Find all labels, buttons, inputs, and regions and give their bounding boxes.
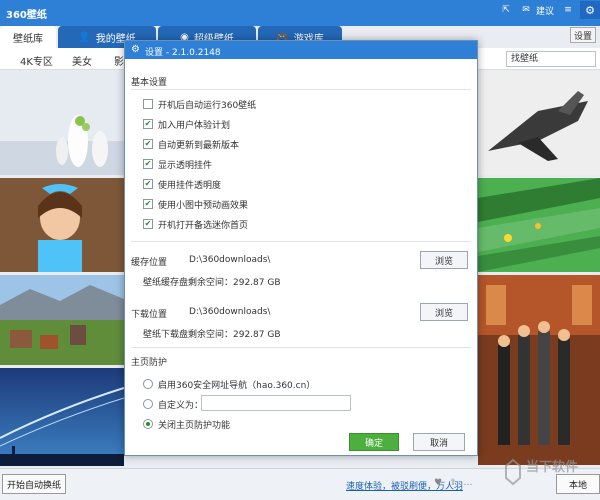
wallpaper-village-image bbox=[0, 275, 124, 365]
menu-icon[interactable]: ≡ bbox=[561, 3, 575, 17]
download-space-text: 壁纸下载盘剩余空间：292.87 GB bbox=[143, 330, 281, 340]
heart-icon[interactable]: ♥ bbox=[432, 477, 444, 489]
checkbox-checked[interactable]: ✔ bbox=[143, 179, 153, 189]
radio-selected[interactable] bbox=[143, 419, 153, 429]
radio-label: 启用360安全网址导航（hao.360.cn） bbox=[158, 380, 316, 391]
search-input[interactable]: 找壁纸 bbox=[506, 51, 596, 67]
wallpaper-child-image bbox=[0, 178, 124, 272]
wallpaper-anime-crew-image bbox=[478, 275, 600, 465]
checkbox-label: 自动更新到最新版本 bbox=[158, 140, 240, 151]
wallpaper-jet-image bbox=[478, 71, 600, 175]
checkbox-checked[interactable]: ✔ bbox=[143, 159, 153, 169]
local-button[interactable]: 本地 bbox=[556, 474, 600, 494]
wallpaper-tile[interactable] bbox=[478, 71, 600, 175]
wallpaper-fields-image bbox=[478, 178, 600, 272]
radio-custom[interactable]: 自定义为： bbox=[143, 397, 203, 411]
basic-settings-heading: 基本设置 bbox=[131, 78, 168, 88]
checkbox-checked[interactable]: ✔ bbox=[143, 219, 153, 229]
settings-button[interactable]: 设置 bbox=[570, 27, 596, 43]
checkbox-mini-homepage[interactable]: ✔ 开机打开备选迷你首页 bbox=[143, 217, 248, 231]
cache-browse-button[interactable]: 浏览 bbox=[420, 251, 468, 269]
divider bbox=[131, 347, 471, 348]
ok-button[interactable]: 确定 bbox=[349, 433, 399, 451]
checkbox-checked[interactable]: ✔ bbox=[143, 119, 153, 129]
wallpaper-tile[interactable] bbox=[0, 71, 124, 175]
category-4k[interactable]: 4K专区 bbox=[20, 53, 53, 68]
radio-disable-protection[interactable]: 关闭主页防护功能 bbox=[143, 417, 230, 431]
download-browse-button[interactable]: 浏览 bbox=[420, 303, 468, 321]
custom-homepage-input[interactable] bbox=[201, 395, 351, 411]
checkbox-label: 开机后自动运行360壁纸 bbox=[158, 100, 257, 111]
checkbox-widget-opacity[interactable]: ✔ 使用挂件透明度 bbox=[143, 177, 221, 191]
checkbox-checked[interactable]: ✔ bbox=[143, 139, 153, 149]
wallpaper-tile[interactable] bbox=[0, 178, 124, 272]
gear-icon: ⚙ bbox=[131, 44, 140, 55]
divider bbox=[131, 89, 471, 90]
watermark-text: 当下软件 bbox=[526, 460, 579, 475]
more-icon[interactable]: … bbox=[462, 477, 474, 489]
wallpaper-tile[interactable] bbox=[478, 275, 600, 465]
cache-location-path: D:\360downloads\ bbox=[189, 255, 271, 265]
share-icon[interactable]: ⇪ bbox=[447, 477, 459, 489]
user-icon: 👤 bbox=[78, 31, 91, 43]
homepage-protection-heading: 主页防护 bbox=[131, 358, 168, 368]
checkbox-experience-plan[interactable]: ✔ 加入用户体验计划 bbox=[143, 117, 230, 131]
wallpaper-night-sky-image bbox=[0, 368, 124, 466]
category-film[interactable]: 影 bbox=[114, 53, 124, 68]
radio-label: 自定义为： bbox=[158, 400, 204, 411]
watermark-logo-icon bbox=[505, 458, 521, 486]
cache-location-label: 缓存位置 bbox=[131, 258, 168, 268]
checkbox-checked[interactable]: ✔ bbox=[143, 199, 153, 209]
category-beauty[interactable]: 美女 bbox=[72, 53, 92, 68]
checkbox-label: 使用小图中预动画效果 bbox=[158, 200, 249, 211]
gear-icon[interactable]: ⚙ bbox=[580, 1, 600, 19]
cache-space-text: 壁纸缓存盘剩余空间：292.87 GB bbox=[143, 278, 281, 288]
feedback-link[interactable]: 建议 bbox=[536, 4, 554, 17]
feedback-icon[interactable]: ✉ bbox=[519, 3, 533, 17]
checkbox-label: 加入用户体验计划 bbox=[158, 120, 231, 131]
radio-360-navigation[interactable]: 启用360安全网址导航（hao.360.cn） bbox=[143, 377, 315, 391]
download-location-label: 下载位置 bbox=[131, 310, 168, 320]
checkbox-preview-animation[interactable]: ✔ 使用小图中预动画效果 bbox=[143, 197, 248, 211]
skin-icon[interactable]: ⇱ bbox=[499, 3, 513, 17]
checkbox-label: 使用挂件透明度 bbox=[158, 180, 222, 191]
auto-change-button[interactable]: 开始自动换纸 bbox=[2, 474, 66, 494]
wallpaper-app-window: 360壁纸 ⇱ ✉ 建议 ≡ ⚙ 壁纸库 👤 我的壁纸 ◉ 超级壁纸 🎮 游戏库… bbox=[0, 0, 600, 500]
wallpaper-tile[interactable] bbox=[0, 368, 124, 466]
checkbox-auto-update[interactable]: ✔ 自动更新到最新版本 bbox=[143, 137, 239, 151]
checkbox[interactable] bbox=[143, 99, 153, 109]
title-bar: 360壁纸 ⇱ ✉ 建议 ≡ ⚙ bbox=[0, 0, 600, 26]
tab-wallpaper-library[interactable]: 壁纸库 bbox=[0, 26, 56, 48]
tab-label: 壁纸库 bbox=[13, 33, 43, 45]
download-location-path: D:\360downloads\ bbox=[189, 307, 271, 317]
checkbox-autorun[interactable]: 开机后自动运行360壁纸 bbox=[143, 97, 256, 111]
dialog-title: 设置 - 2.1.0.2148 bbox=[145, 48, 221, 58]
wallpaper-tile[interactable] bbox=[0, 275, 124, 365]
radio[interactable] bbox=[143, 379, 153, 389]
checkbox-label: 开机打开备选迷你首页 bbox=[158, 220, 249, 231]
cancel-button[interactable]: 取消 bbox=[413, 433, 465, 451]
settings-dialog: ⚙ 设置 - 2.1.0.2148 基本设置 开机后自动运行360壁纸 ✔ 加入… bbox=[124, 40, 478, 456]
checkbox-label: 显示透明挂件 bbox=[158, 160, 213, 171]
app-title: 360壁纸 bbox=[6, 10, 47, 21]
wallpaper-tile[interactable] bbox=[478, 178, 600, 272]
divider bbox=[131, 241, 471, 242]
checkbox-transparent-widget[interactable]: ✔ 显示透明挂件 bbox=[143, 157, 212, 171]
wallpaper-vases-image bbox=[0, 71, 124, 175]
radio-label: 关闭主页防护功能 bbox=[158, 420, 231, 431]
radio[interactable] bbox=[143, 399, 153, 409]
dialog-title-bar: ⚙ 设置 - 2.1.0.2148 bbox=[125, 41, 477, 59]
